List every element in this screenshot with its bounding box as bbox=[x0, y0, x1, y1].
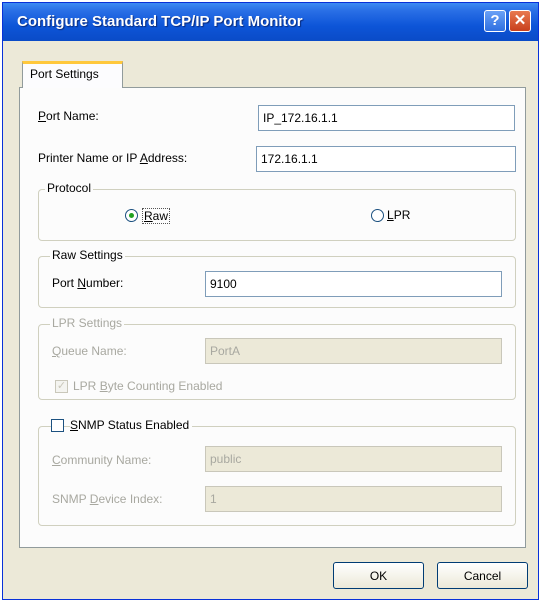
snmp-enabled-checkbox[interactable] bbox=[51, 419, 64, 432]
port-name-input[interactable]: IP_172.16.1.1 bbox=[258, 105, 515, 131]
port-number-label: Port Number: bbox=[52, 276, 124, 290]
window-title: Configure Standard TCP/IP Port Monitor bbox=[17, 13, 303, 30]
snmp-device-index-label: SNMP Device Index: bbox=[52, 492, 163, 506]
lpr-byte-counting-label: LPR Byte Counting Enabled bbox=[73, 379, 223, 393]
tab-port-settings[interactable]: Port Settings bbox=[22, 61, 123, 88]
snmp-enabled-label[interactable]: SNMP Status Enabled bbox=[70, 418, 193, 432]
lpr-radio[interactable] bbox=[371, 209, 384, 222]
lpr-radio-label[interactable]: LPR bbox=[387, 208, 410, 222]
queue-name-input[interactable]: PortA bbox=[205, 338, 502, 364]
raw-radio[interactable] bbox=[125, 209, 138, 222]
protocol-group-title: Protocol bbox=[45, 181, 94, 195]
close-button[interactable]: ✕ bbox=[509, 10, 531, 32]
queue-name-label: Queue Name: bbox=[52, 344, 127, 358]
title-bar[interactable]: Configure Standard TCP/IP Port Monitor ?… bbox=[3, 3, 538, 41]
help-icon: ? bbox=[490, 12, 500, 29]
port-name-label: Port Name: bbox=[38, 109, 99, 123]
close-icon: ✕ bbox=[513, 12, 527, 29]
printer-address-label: Printer Name or IP Address: bbox=[38, 151, 188, 165]
cancel-button[interactable]: Cancel bbox=[437, 562, 528, 589]
lpr-byte-counting-checkbox[interactable]: ✓ bbox=[55, 380, 68, 393]
raw-settings-title: Raw Settings bbox=[50, 248, 125, 262]
raw-radio-label[interactable]: Raw bbox=[142, 208, 171, 224]
radio-selected-dot bbox=[129, 213, 134, 218]
printer-address-input[interactable]: 172.16.1.1 bbox=[256, 146, 516, 172]
ok-button[interactable]: OK bbox=[333, 562, 424, 589]
help-button[interactable]: ? bbox=[484, 10, 506, 32]
community-name-input[interactable]: public bbox=[205, 446, 502, 472]
dialog-window: Configure Standard TCP/IP Port Monitor ?… bbox=[2, 2, 539, 600]
port-number-input[interactable]: 9100 bbox=[205, 271, 502, 297]
lpr-settings-title: LPR Settings bbox=[50, 316, 125, 330]
snmp-device-index-input[interactable]: 1 bbox=[205, 486, 502, 512]
port-settings-panel: Port Name: IP_172.16.1.1 Printer Name or… bbox=[19, 87, 526, 548]
protocol-group bbox=[38, 189, 516, 241]
community-name-label: Community Name: bbox=[52, 453, 152, 467]
